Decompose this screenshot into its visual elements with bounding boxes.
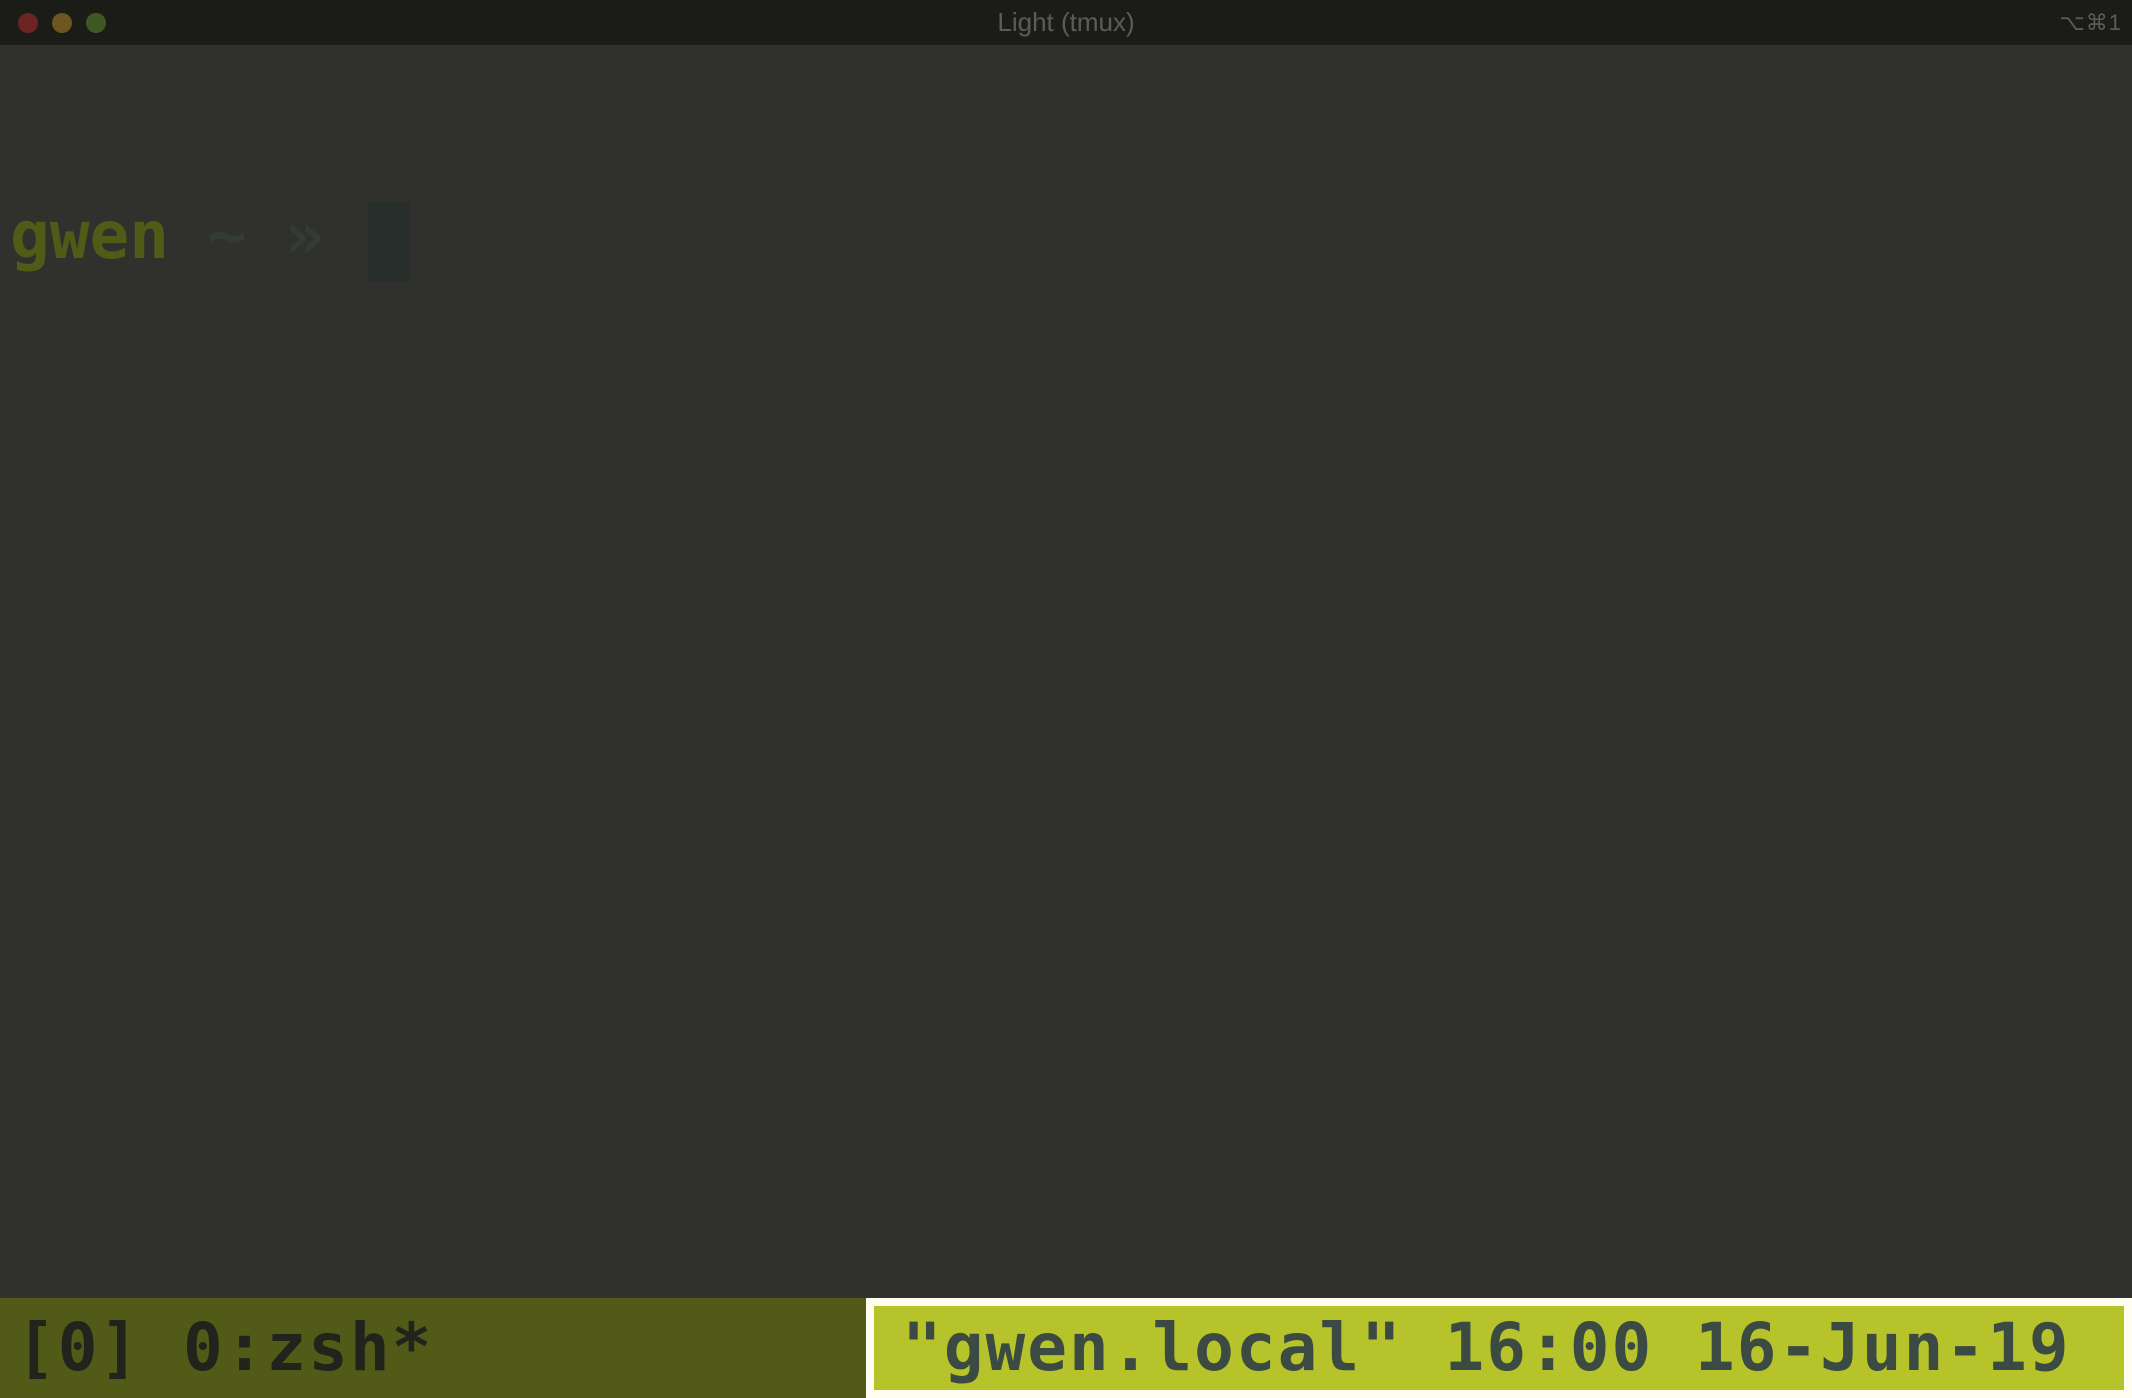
window-minimize-icon[interactable]	[52, 13, 72, 33]
prompt-user: gwen	[10, 200, 169, 273]
tmux-status-bar: [0] 0:zsh* "gwen.local" 16:00 16-Jun-19	[0, 1298, 2132, 1398]
window-titlebar: Light (tmux) ⌥⌘1	[0, 0, 2132, 45]
terminal-pane[interactable]: gwen ~ »	[0, 45, 2132, 1298]
tmux-status-right-highlight: "gwen.local" 16:00 16-Jun-19	[866, 1298, 2132, 1398]
window-zoom-icon[interactable]	[86, 13, 106, 33]
prompt-path: ~	[207, 200, 247, 273]
tmux-status-right: "gwen.local" 16:00 16-Jun-19	[874, 1306, 2124, 1390]
prompt-arrow: »	[285, 200, 325, 273]
window-shortcut-indicator: ⌥⌘1	[2059, 10, 2122, 36]
window-close-icon[interactable]	[18, 13, 38, 33]
terminal-cursor-icon	[368, 202, 410, 282]
tmux-status-left[interactable]: [0] 0:zsh*	[0, 1298, 866, 1398]
window-traffic-lights	[18, 13, 106, 33]
window-title: Light (tmux)	[997, 7, 1134, 38]
shell-prompt: gwen ~ »	[10, 196, 2122, 276]
